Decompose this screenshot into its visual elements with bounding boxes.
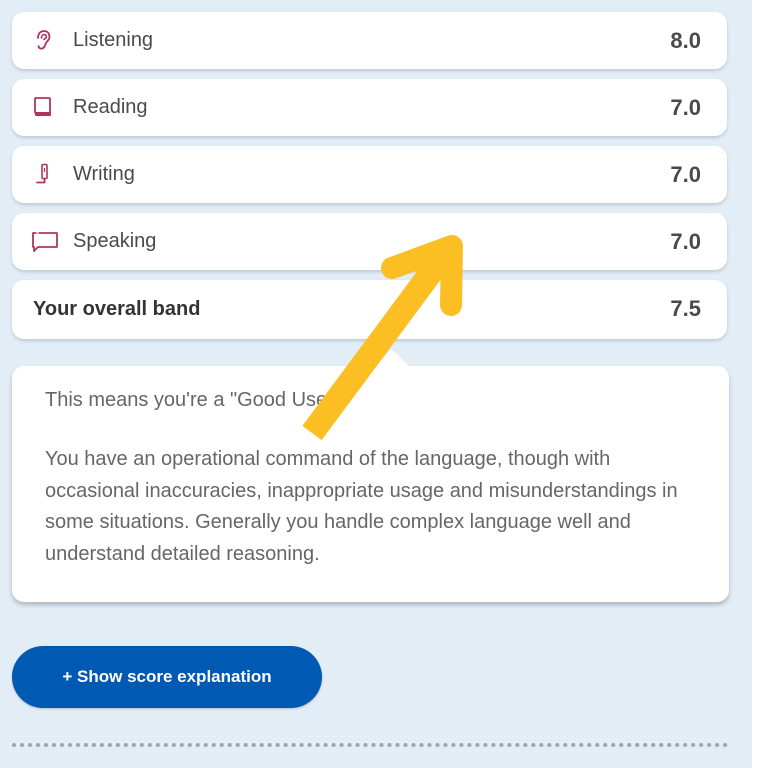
dotted-divider [12, 743, 728, 747]
skill-label: Reading [73, 96, 148, 118]
speech-bubble-icon [32, 232, 58, 252]
band-description-card: This means you're a "Good User" You have… [12, 349, 729, 602]
skill-score: 7.0 [670, 229, 701, 254]
overall-band-label: Your overall band [33, 298, 201, 320]
ear-icon [37, 30, 51, 50]
score-row-writing: Writing 7.0 [12, 146, 727, 203]
skill-score: 7.0 [670, 95, 701, 120]
overall-band-row: Your overall band 7.5 [12, 280, 727, 339]
overall-band-score: 7.5 [670, 296, 701, 321]
skill-score: 8.0 [670, 28, 701, 53]
band-description-headline: This means you're a "Good User" [45, 389, 341, 411]
score-row-speaking: Speaking 7.0 [12, 213, 727, 270]
band-description-body: You have an operational command of the l… [45, 448, 678, 565]
skill-label: Writing [73, 163, 135, 185]
show-score-explanation-button[interactable]: + Show score explanation [12, 646, 322, 708]
book-icon [34, 97, 51, 116]
score-row-reading: Reading 7.0 [12, 79, 727, 136]
callout-pointer [375, 349, 409, 383]
skill-label: Speaking [73, 230, 157, 252]
pencil-icon [36, 163, 48, 184]
score-row-listening: Listening 8.0 [12, 12, 727, 69]
skill-label: Listening [73, 29, 154, 51]
score-panel: Listening 8.0 Reading 7.0 Writing 7.0 Sp… [0, 0, 752, 768]
skill-score: 7.0 [670, 162, 701, 187]
